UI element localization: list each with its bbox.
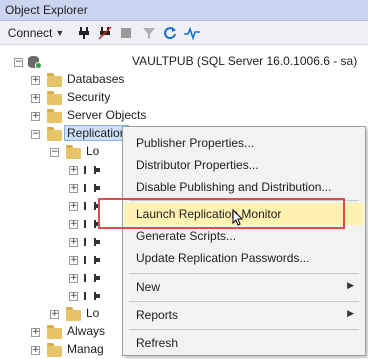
menu-separator	[129, 200, 359, 201]
expand-icon[interactable]: +	[31, 94, 40, 103]
menu-item-label: Publisher Properties...	[136, 136, 255, 150]
expand-icon[interactable]: +	[69, 292, 78, 301]
publication-icon	[84, 182, 100, 194]
tree-node-security[interactable]: + Security	[0, 89, 200, 107]
node-label: Databases	[67, 72, 125, 86]
expand-icon[interactable]: +	[69, 274, 78, 283]
expand-icon[interactable]: +	[69, 220, 78, 229]
publication-icon	[84, 200, 100, 212]
folder-icon	[47, 73, 62, 87]
tree-node-publication[interactable]: +	[0, 269, 120, 287]
expand-icon[interactable]: +	[31, 76, 40, 85]
node-label: Manag	[67, 342, 104, 356]
expand-icon[interactable]: +	[69, 184, 78, 193]
publication-icon	[84, 290, 100, 302]
node-label: Security	[67, 90, 111, 104]
expand-icon[interactable]: +	[69, 238, 78, 247]
title-bar: Object Explorer	[0, 0, 368, 21]
collapse-icon[interactable]: −	[31, 130, 40, 139]
publication-icon	[84, 218, 100, 230]
menu-item-disable-publishing[interactable]: Disable Publishing and Distribution...	[124, 176, 364, 198]
mouse-cursor-icon	[232, 209, 244, 226]
expand-icon[interactable]: +	[31, 346, 40, 355]
activity-monitor-icon[interactable]	[182, 23, 202, 43]
expand-icon[interactable]: +	[31, 328, 40, 337]
tree-node-publication[interactable]: +	[0, 251, 120, 269]
node-label: Always	[67, 324, 106, 338]
expand-icon[interactable]: +	[69, 166, 78, 175]
refresh-icon[interactable]	[161, 23, 179, 43]
menu-item-launch-replication-monitor[interactable]: Launch Replication Monitor	[124, 203, 364, 225]
submenu-arrow-icon: ▶	[347, 280, 354, 290]
menu-item-update-replication-passwords[interactable]: Update Replication Passwords...	[124, 247, 364, 269]
publication-icon	[84, 254, 100, 266]
expand-icon[interactable]: +	[69, 202, 78, 211]
panel-title: Object Explorer	[5, 3, 88, 17]
menu-item-generate-scripts[interactable]: Generate Scripts...	[124, 225, 364, 247]
submenu-arrow-icon: ▶	[347, 308, 354, 318]
chevron-down-icon: ▼	[55, 28, 65, 38]
menu-item-distributor-properties[interactable]: Distributor Properties...	[124, 154, 364, 176]
menu-item-label: Launch Replication Monitor	[136, 207, 282, 221]
menu-item-label: Reports	[136, 308, 179, 322]
tree-node-publication[interactable]: +	[0, 233, 120, 251]
tree-node-local-publications[interactable]: − Lo	[0, 143, 120, 161]
menu-separator	[129, 301, 359, 302]
collapse-icon[interactable]: −	[50, 148, 59, 157]
menu-item-label: New	[136, 280, 161, 294]
tree-node-publication[interactable]: +	[0, 287, 120, 305]
menu-item-publisher-properties[interactable]: Publisher Properties...	[124, 132, 364, 154]
node-label: Lo	[86, 306, 100, 320]
node-label: Server Objects	[67, 108, 147, 122]
tree-node-publication[interactable]: +	[0, 215, 120, 233]
publication-icon	[84, 236, 100, 248]
tree-node-publication[interactable]: +	[0, 161, 120, 179]
publication-icon	[84, 164, 100, 176]
menu-item-reports[interactable]: Reports ▶	[124, 304, 364, 326]
expand-icon[interactable]: +	[69, 256, 78, 265]
menu-item-label: Update Replication Passwords...	[136, 251, 310, 265]
tree-node-publication[interactable]: +	[0, 179, 120, 197]
expand-icon[interactable]: +	[31, 112, 40, 121]
node-label-selected: Replication	[64, 125, 130, 141]
object-explorer-panel: Object Explorer Connect ▼ − VAULTPUB (SQ…	[0, 0, 368, 357]
tree-node-always-on[interactable]: + Always	[0, 323, 120, 341]
tree-node-databases[interactable]: + Databases	[0, 71, 200, 89]
node-label: Lo	[86, 144, 100, 158]
context-menu: Publisher Properties... Distributor Prop…	[122, 126, 366, 356]
publication-icon	[84, 272, 100, 284]
menu-separator	[129, 273, 359, 274]
folder-icon	[47, 127, 62, 141]
menu-separator	[129, 329, 359, 330]
menu-item-refresh[interactable]: Refresh	[124, 332, 364, 354]
folder-icon	[47, 109, 62, 123]
folder-icon	[47, 325, 62, 339]
tree-node-publication[interactable]: +	[0, 197, 120, 215]
connect-button[interactable]: Connect ▼	[6, 23, 66, 43]
menu-item-label: Distributor Properties...	[136, 158, 259, 172]
menu-item-label: Refresh	[136, 336, 179, 350]
filter-icon[interactable]	[140, 23, 158, 43]
collapse-icon[interactable]: −	[14, 58, 23, 67]
menu-item-label: Generate Scripts...	[136, 229, 237, 243]
folder-icon	[47, 343, 62, 357]
stop-icon[interactable]	[117, 23, 135, 43]
tree-node-server-objects[interactable]: + Server Objects	[0, 107, 200, 125]
tree-node-local-subscriptions[interactable]: + Lo	[0, 305, 120, 323]
database-server-icon	[28, 55, 42, 69]
expand-icon[interactable]: +	[50, 310, 59, 319]
connect-label: Connect	[7, 26, 53, 40]
disconnect-icon[interactable]	[96, 23, 114, 43]
folder-icon	[66, 145, 81, 159]
toolbar: Connect ▼	[0, 21, 368, 45]
tree-node-management[interactable]: + Manag	[0, 341, 120, 359]
menu-item-label: Disable Publishing and Distribution...	[136, 180, 332, 194]
menu-item-new[interactable]: New ▶	[124, 276, 364, 298]
folder-icon	[47, 91, 62, 105]
folder-icon	[66, 307, 81, 321]
tree-node-server[interactable]: − VAULTPUB (SQL Server 16.0.1006.6 - sa)	[0, 53, 368, 71]
plug-icon[interactable]	[75, 23, 93, 43]
server-label: VAULTPUB (SQL Server 16.0.1006.6 - sa)	[132, 54, 358, 68]
